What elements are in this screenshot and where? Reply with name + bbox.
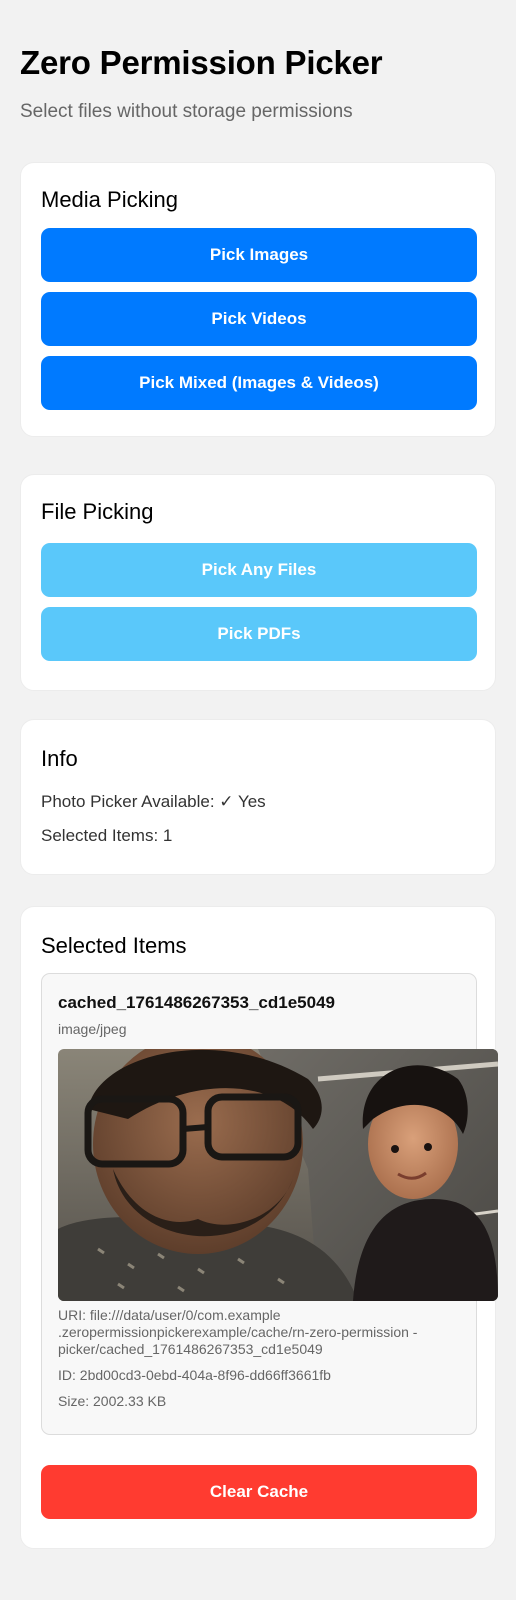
selected-items-count: Selected Items: 1 [41,826,173,845]
file-picking-card: File Picking Pick Any Files Pick PDFs [20,474,496,691]
page-subtitle: Select files without storage permissions [20,101,353,122]
item-uri: URI: file:///data/user/0/com.example .ze… [58,1307,418,1357]
media-picking-card: Media Picking Pick Images Pick Videos Pi… [20,162,496,437]
app-screen: Zero Permission Picker Select files with… [0,0,516,1600]
clear-cache-button[interactable]: Clear Cache [41,1465,477,1519]
selected-items-title: Selected Items [41,933,187,958]
item-file-name: cached_1761486267353_cd1e5049 [58,993,335,1012]
info-card: Info Photo Picker Available: ✓ Yes Selec… [20,719,496,875]
item-thumbnail [58,1049,498,1301]
pick-any-files-button[interactable]: Pick Any Files [41,543,477,597]
selected-items-card: Selected Items cached_1761486267353_cd1e… [20,906,498,1549]
file-picking-title: File Picking [41,499,154,524]
item-size: Size: 2002.33 KB [58,1393,167,1409]
pick-mixed-button[interactable]: Pick Mixed (Images & Videos) [41,356,477,410]
page-title: Zero Permission Picker [20,44,383,81]
item-id: ID: 2bd00cd3-0ebd-404a-8f96-dd66ff3661fb [58,1367,331,1383]
item-mime-type: image/jpeg [58,1021,127,1037]
photo-picker-status: Photo Picker Available: ✓ Yes [41,792,266,811]
media-picking-title: Media Picking [41,187,178,212]
pick-pdfs-button[interactable]: Pick PDFs [41,607,477,661]
pick-images-button[interactable]: Pick Images [41,228,477,282]
pick-videos-button[interactable]: Pick Videos [41,292,477,346]
selected-item: cached_1761486267353_cd1e5049 image/jpeg [41,973,498,1435]
info-title: Info [41,746,78,771]
